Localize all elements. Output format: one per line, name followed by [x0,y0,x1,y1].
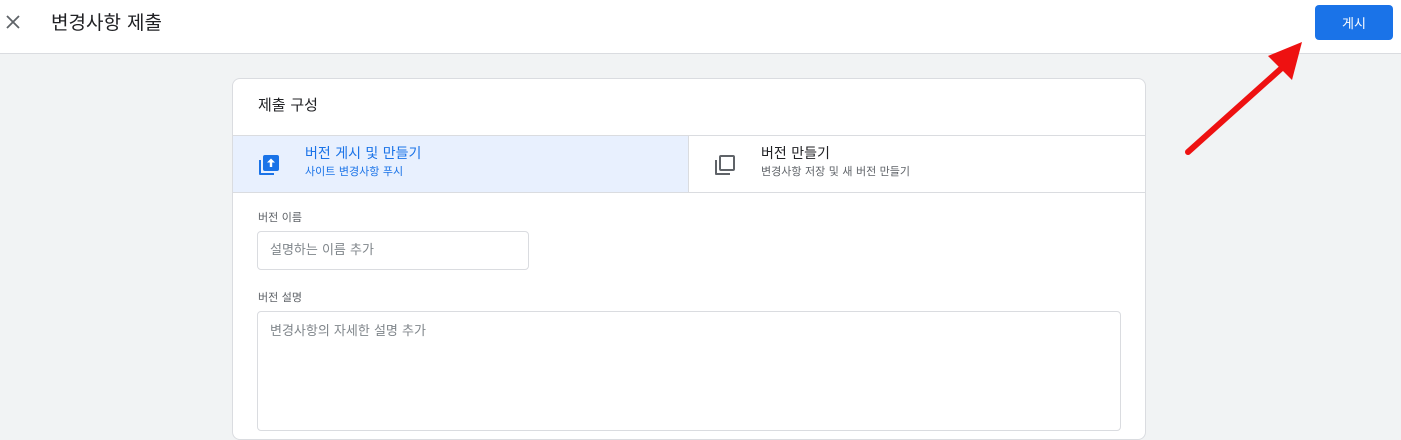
annotation-arrow-icon [1185,42,1302,155]
top-bar: 변경사항 제출 게시 [0,0,1401,54]
version-description-label: 버전 설명 [258,291,302,304]
version-name-input[interactable] [257,231,529,270]
close-icon [6,15,20,29]
close-button[interactable] [2,11,24,33]
publish-button[interactable]: 게시 [1315,5,1393,40]
version-name-label: 버전 이름 [258,211,302,224]
section-title: 제출 구성 [258,96,318,114]
submission-type-options: 버전 게시 및 만들기 사이트 변경사항 푸시 버전 만들기 변경사항 저장 및… [233,135,1145,193]
option-publish-and-create[interactable]: 버전 게시 및 만들기 사이트 변경사항 푸시 [233,136,689,192]
page-title: 변경사항 제출 [51,12,162,34]
copy-version-icon [715,155,735,175]
publish-icon [259,155,279,175]
submission-config-card: 제출 구성 버전 게시 및 만들기 사이트 변경사항 푸시 버전 만들기 변경사… [232,78,1146,440]
option-subtitle: 변경사항 저장 및 새 버전 만들기 [761,165,911,178]
version-description-input[interactable] [257,311,1121,431]
option-subtitle: 사이트 변경사항 푸시 [305,165,404,178]
option-create-version[interactable]: 버전 만들기 변경사항 저장 및 새 버전 만들기 [689,136,1145,192]
option-title: 버전 게시 및 만들기 [305,146,422,162]
option-title: 버전 만들기 [761,146,830,162]
